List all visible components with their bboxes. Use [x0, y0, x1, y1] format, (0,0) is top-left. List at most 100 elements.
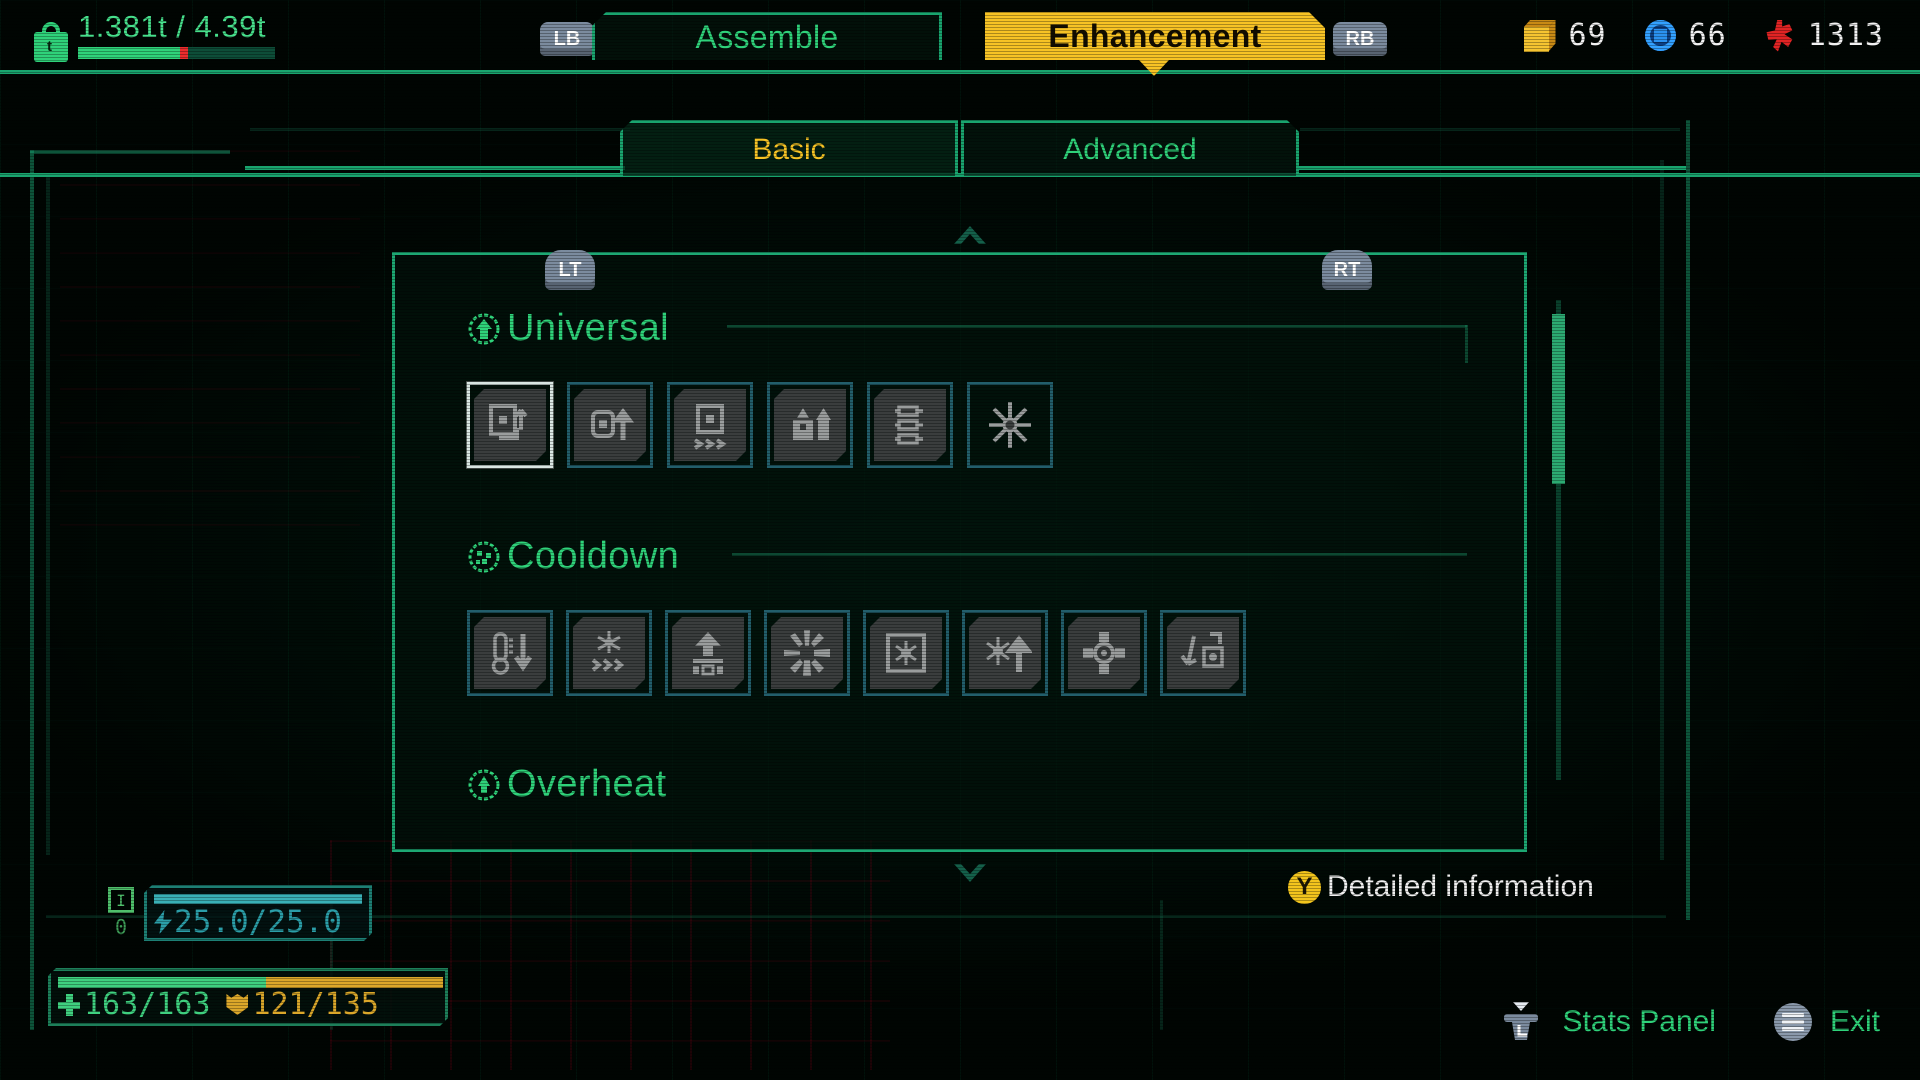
energy-readout: 25.0/25.0	[154, 904, 342, 940]
enhancement-slot[interactable]	[567, 382, 653, 468]
enhancement-slot[interactable]	[566, 610, 652, 696]
resource-chip: 66	[1644, 18, 1727, 53]
circle-up-arrow-icon	[467, 312, 501, 346]
detailed-information-hint[interactable]: Y Detailed information	[1288, 870, 1594, 904]
frame-line	[30, 150, 34, 1030]
section-overheat-title: Overheat	[507, 763, 667, 805]
rt-trigger-icon: RT	[1322, 250, 1372, 290]
exit-hint[interactable]: Exit	[1773, 1003, 1880, 1041]
mass-bar-fill	[78, 47, 181, 59]
section-cooldown-rail	[732, 553, 1467, 556]
frame-line	[1660, 160, 1664, 860]
lb-bumper-icon: LB	[540, 22, 594, 56]
mass-indicator: t 1.381t / 4.39t	[34, 10, 275, 62]
scrollbar-thumb[interactable]	[1552, 314, 1565, 484]
frame-line	[1686, 120, 1690, 920]
energy-slot-indicator: I 0	[108, 887, 134, 939]
exit-label: Exit	[1829, 1005, 1880, 1038]
blue-chip-icon	[1644, 20, 1676, 51]
snowflake-chevrons-icon	[566, 610, 652, 696]
top-bar: t 1.381t / 4.39t LB Assemble Enhancement…	[0, 0, 1920, 76]
resource-chip-value: 66	[1688, 18, 1727, 53]
enhancement-slot[interactable]	[1160, 610, 1246, 696]
yellow-cube-icon	[1523, 19, 1556, 52]
enhancement-slot[interactable]	[667, 382, 753, 468]
section-universal-rail	[1465, 325, 1468, 363]
rb-bumper-icon: RB	[1333, 22, 1387, 56]
health-value: 163/163	[84, 987, 211, 1022]
vent-up-icon	[665, 610, 751, 696]
shatter-icon	[764, 610, 850, 696]
thermometer-down-icon	[467, 610, 553, 696]
health-cross-icon	[58, 994, 80, 1016]
tab-advanced[interactable]: Advanced	[961, 120, 1299, 176]
dual-boost-icon	[767, 382, 853, 468]
enhancement-slot[interactable]	[863, 610, 949, 696]
module-burst-icon	[667, 382, 753, 468]
section-universal: Universal	[467, 307, 1468, 468]
section-cooldown: Cooldown	[467, 535, 1467, 696]
frame-line	[1160, 900, 1163, 1030]
scroll-down-arrow[interactable]	[952, 862, 988, 884]
section-cooldown-title: Cooldown	[507, 535, 680, 577]
menu-icon	[1773, 1003, 1812, 1041]
lightning-bolt-icon	[154, 910, 172, 934]
detailed-information-label: Detailed information	[1327, 870, 1594, 903]
mass-value: 1.381t / 4.39t	[78, 9, 266, 44]
resource-counters: 69 66 1313	[1523, 18, 1885, 53]
module-swap-icon	[467, 382, 553, 468]
lt-trigger-icon: LT	[545, 250, 595, 290]
energy-slot-label: I	[108, 887, 134, 913]
resource-alloy-value: 69	[1568, 18, 1607, 53]
section-universal-title: Universal	[507, 307, 669, 349]
enhancement-slot[interactable]	[767, 382, 853, 468]
shield-icon	[226, 994, 248, 1015]
enhancement-slot[interactable]	[665, 610, 751, 696]
resource-alloy: 69	[1523, 18, 1607, 53]
panel-corner	[1501, 255, 1524, 278]
framed-snowflake-icon	[863, 610, 949, 696]
health-readout: 163/163	[58, 987, 210, 1022]
section-universal-header: Universal	[467, 307, 1053, 350]
energy-slot-count: 0	[114, 915, 128, 939]
panel-corner	[395, 255, 418, 278]
resource-core-value: 1313	[1807, 18, 1884, 53]
tab-basic[interactable]: Basic	[620, 120, 958, 176]
tab-assemble[interactable]: Assemble	[592, 12, 942, 60]
scroll-up-arrow[interactable]	[952, 224, 988, 246]
section-universal-rail	[727, 325, 1467, 328]
footer-hints: Stats Panel Exit	[1497, 1000, 1880, 1044]
energy-status: I 0 25.0/25.0	[108, 885, 372, 941]
stats-panel-hint[interactable]: Stats Panel	[1497, 1000, 1716, 1044]
frame-line	[46, 175, 50, 855]
dpad-core-icon	[1061, 610, 1147, 696]
enhancement-slot[interactable]	[962, 610, 1048, 696]
section-overheat: Overheat	[467, 763, 667, 806]
y-button-icon: Y	[1288, 870, 1321, 904]
health-readouts: 163/163 121/135	[58, 987, 379, 1022]
tab-enhancement[interactable]: Enhancement	[985, 12, 1325, 60]
enhancement-slot[interactable]	[967, 382, 1053, 468]
panel-scrollbar[interactable]	[1552, 300, 1565, 780]
recycle-arrows-icon	[1160, 610, 1246, 696]
section-universal-items	[467, 382, 1053, 468]
enhancement-slot[interactable]	[1061, 610, 1147, 696]
enhancement-slot[interactable]	[467, 610, 553, 696]
left-stick-icon	[1497, 1000, 1545, 1044]
energy-value: 25.0/25.0	[174, 904, 342, 940]
enhancement-slot[interactable]	[867, 382, 953, 468]
background-red-circuit	[330, 840, 890, 1070]
stats-panel-label: Stats Panel	[1562, 1005, 1716, 1038]
circle-dots-icon	[467, 540, 501, 574]
circle-flame-icon	[467, 768, 501, 802]
mass-bar-marker	[180, 47, 189, 59]
shield-readout: 121/135	[226, 987, 378, 1022]
mass-bar	[78, 47, 275, 59]
enhancement-slot[interactable]	[467, 382, 553, 468]
panel-corner	[1501, 826, 1524, 849]
shield-value: 121/135	[252, 987, 379, 1022]
enhancement-slot[interactable]	[764, 610, 850, 696]
energy-bar-fill	[154, 894, 362, 904]
sub-tab-bar: LT Basic Advanced RT	[0, 120, 1920, 290]
weight-lock-icon: t	[34, 22, 68, 62]
